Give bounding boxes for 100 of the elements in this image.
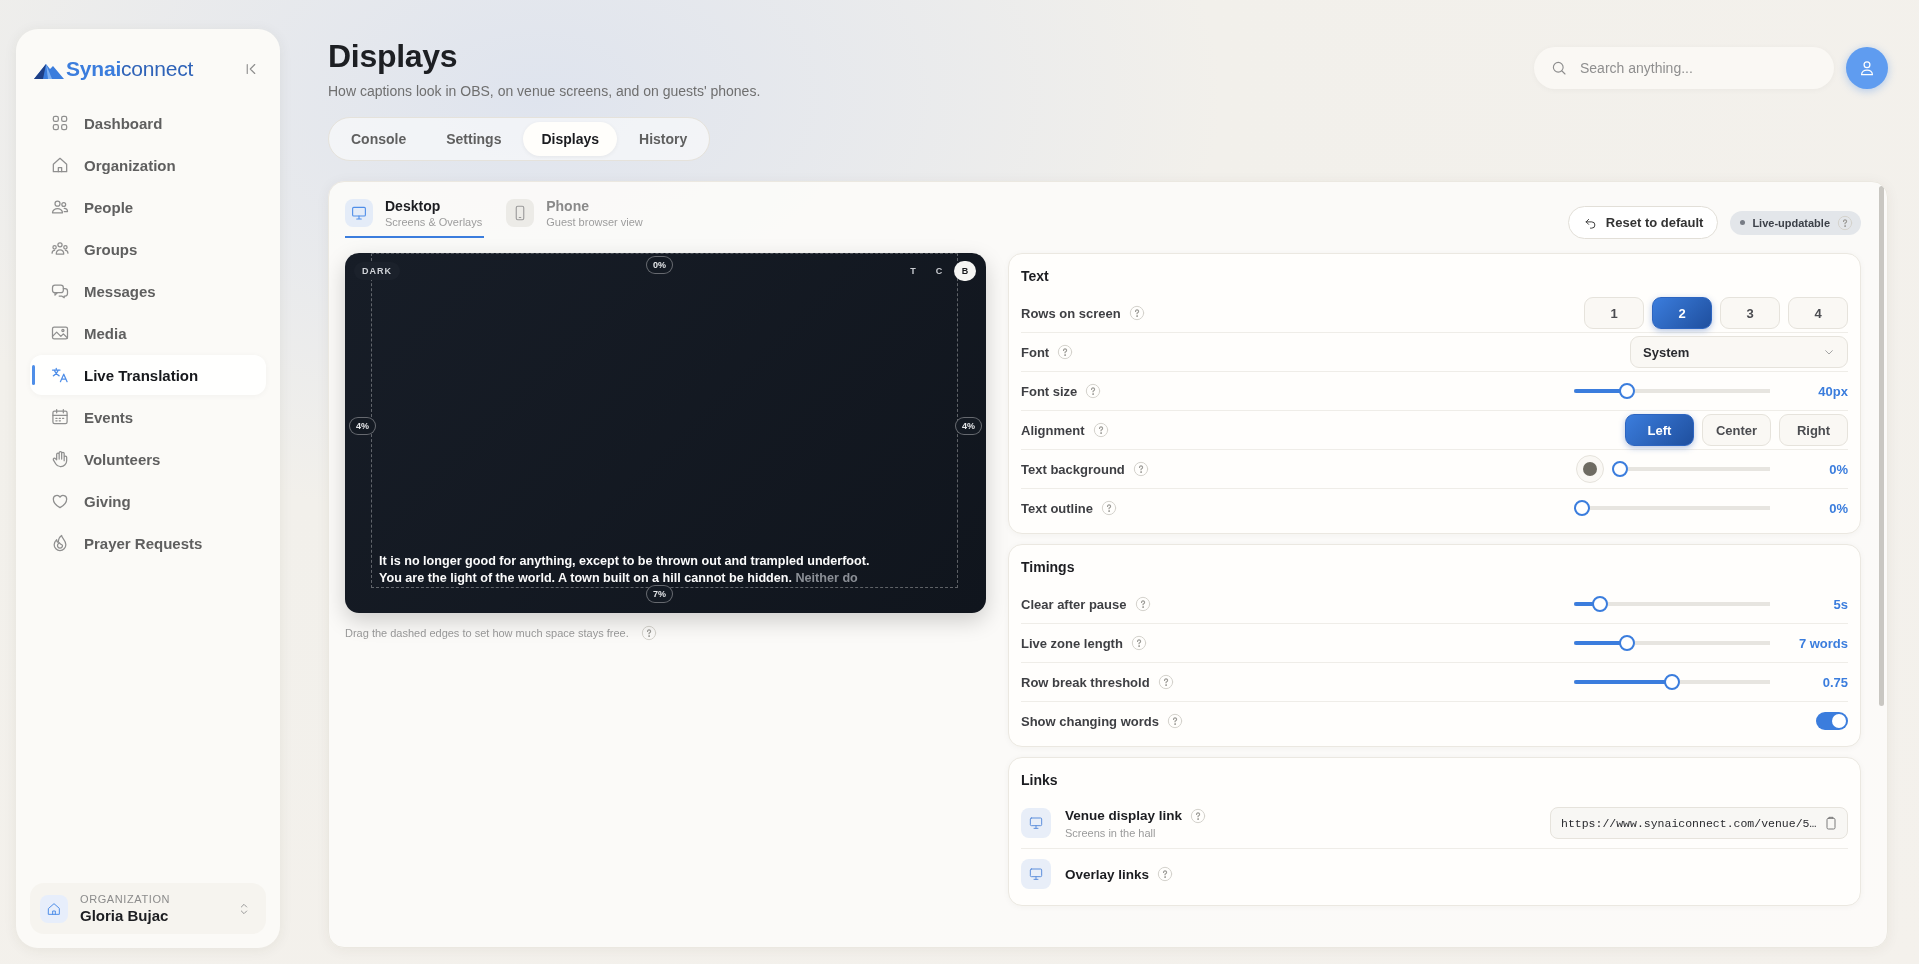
brand-logo-text: Synaiconnect [66,57,194,81]
tab[interactable]: Settings [428,122,520,156]
slider-thumb[interactable] [1612,461,1628,477]
font-select[interactable]: System [1630,336,1848,368]
scrollbar-thumb[interactable] [1879,186,1884,706]
segment-button[interactable]: Left [1625,414,1694,446]
help-icon[interactable] [1157,866,1174,882]
slider-reading: 40px [1817,383,1848,399]
url-field[interactable]: https://www.synaiconnect.com/venue/5… [1550,807,1848,839]
toggle-switch[interactable] [1816,712,1848,730]
nav-item[interactable]: Media [30,313,266,353]
setting-label: Text outline [1021,500,1093,516]
color-swatch-button[interactable] [1576,455,1604,483]
segment-button[interactable]: 1 [1584,297,1644,329]
help-icon[interactable] [1166,713,1183,729]
tab[interactable]: Displays [523,122,618,156]
house-icon [50,155,70,175]
margin-handle[interactable]: 4% [349,417,376,435]
status-badge: Live-updatable [1730,210,1861,235]
tab[interactable]: History [621,122,706,156]
nav-item[interactable]: Dashboard [30,103,266,143]
nav-item[interactable]: Prayer Requests [30,523,266,563]
help-icon[interactable] [1132,461,1149,477]
link-label: Venue display link [1065,808,1183,823]
tab[interactable]: Console [333,122,425,156]
slider-thumb[interactable] [1574,500,1590,516]
grid-icon [50,113,70,133]
setting-label: Live zone length [1021,635,1123,651]
help-icon[interactable] [1190,807,1207,824]
avatar-button[interactable] [1846,47,1888,89]
organization-switcher[interactable]: ORGANIZATION Gloria Bujac [30,883,266,934]
help-icon[interactable] [1157,674,1174,690]
help-icon[interactable] [1101,500,1117,516]
calendar-icon [50,407,70,427]
help-icon[interactable] [1057,344,1074,360]
slider-reading: 0% [1828,500,1848,516]
slider-thumb[interactable] [1619,635,1635,651]
monitor-glyph-icon [1028,815,1044,831]
help-icon[interactable] [1092,422,1109,438]
setting-label: Alignment [1021,422,1085,438]
section-title: Text [1021,267,1050,286]
help-icon[interactable] [640,625,657,641]
reset-button[interactable]: Reset to default [1567,206,1719,239]
nav-item[interactable]: Volunteers [30,439,266,479]
setting-label: Text background [1021,461,1125,477]
help-icon[interactable] [1128,305,1145,321]
slider-thumb[interactable] [1664,674,1680,690]
slider-reading: 5s [1832,596,1848,612]
section-title: Links [1021,771,1059,790]
help-icon[interactable] [1134,596,1151,612]
setting-label: Show changing words [1021,713,1159,729]
search-input[interactable]: Search anything... [1578,59,1812,77]
help-icon[interactable] [1130,635,1147,651]
segment-button[interactable]: Right [1779,414,1848,446]
nav-item[interactable]: People [30,187,266,227]
nav-item[interactable]: Events [30,397,266,437]
slider-thumb[interactable] [1619,383,1635,399]
position-button[interactable]: C [928,261,950,281]
slider-reading: 0.75 [1821,674,1848,690]
setting-label: Rows on screen [1021,305,1121,321]
nav-item[interactable]: Messages [30,271,266,311]
hand-icon [50,449,70,469]
monitor-icon [350,204,368,222]
segment-button[interactable]: 4 [1788,297,1848,329]
device-tab-caption: Guest browser view [546,216,643,228]
link-label: Overlay links [1065,866,1150,882]
margin-handle[interactable]: 4% [955,417,982,435]
nav-item[interactable]: Giving [30,481,266,521]
position-button[interactable]: B [954,261,976,281]
device-tab[interactable]: Desktop Screens & Overlays [345,196,485,238]
device-tab-label: Phone [546,198,590,214]
margin-handle[interactable]: 0% [646,256,673,274]
margin-handle[interactable]: 7% [646,585,673,603]
clipboard-icon[interactable] [1823,815,1839,831]
segment-button[interactable]: Center [1702,414,1771,446]
hint-text: Drag the dashed edges to set how much space stays free. [345,627,629,639]
translate-icon [50,365,70,385]
link-caption: Screens in the hall [1065,826,1157,839]
device-tab-label: Desktop [385,198,442,214]
monitor-glyph-icon [1028,866,1044,882]
nav-item[interactable]: Organization [30,145,266,185]
search-bar[interactable]: Search anything... [1534,47,1834,89]
position-button[interactable]: T [902,261,924,281]
setting-label: Font size [1021,383,1078,399]
help-icon[interactable] [1085,383,1102,399]
search-icon [1550,59,1568,77]
device-tab-caption: Screens & Overlays [385,216,483,228]
section-title: Timings [1021,558,1076,577]
slider-thumb[interactable] [1592,596,1608,612]
house-glyph-icon [46,900,62,917]
organization-caption: ORGANIZATION [80,893,171,905]
segment-button[interactable]: 2 [1652,297,1712,329]
slider-reading: 7 words [1797,635,1848,651]
nav-item[interactable]: Live Translation [30,355,266,395]
nav-item[interactable]: Groups [30,229,266,269]
help-icon[interactable] [1837,214,1853,231]
organization-name: Gloria Bujac [80,907,170,924]
page-subtitle: How captions look in OBS, on venue screens, and on guests' phones. [328,83,761,99]
segment-button[interactable]: 3 [1720,297,1780,329]
slider-reading: 0% [1828,461,1848,477]
